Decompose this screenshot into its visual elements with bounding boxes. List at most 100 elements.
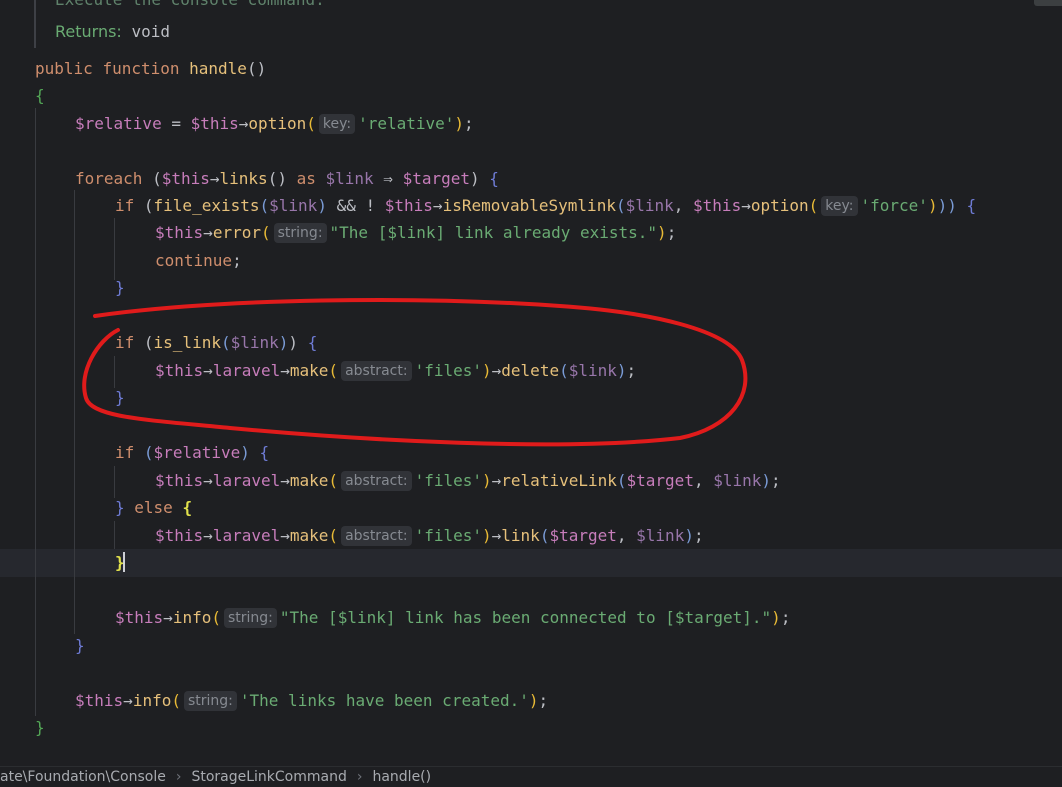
- method: info: [132, 691, 172, 710]
- method: delete: [501, 361, 560, 380]
- variable: $this: [155, 361, 204, 380]
- variable: $this: [161, 169, 210, 188]
- code-line: $this→laravel→make(abstract:'files')→lin…: [155, 526, 704, 546]
- variable: $this: [155, 526, 204, 545]
- doc-summary-line: Execute the console command.: [55, 0, 325, 13]
- breadcrumb-separator: ›: [175, 769, 182, 785]
- current-line-highlight: [0, 549, 1062, 577]
- variable: $this: [384, 196, 433, 215]
- parameter-hint: key:: [821, 196, 858, 216]
- doc-comment-bar: [34, 0, 36, 48]
- indent-guide: [74, 190, 75, 634]
- variable: $link: [269, 196, 318, 215]
- function-name: handle: [189, 59, 247, 78]
- code-line: }: [115, 278, 125, 297]
- doc-returns-type: void: [131, 22, 170, 41]
- string-literal: "The [$link] link has been connected to …: [279, 608, 772, 627]
- method: info: [172, 608, 212, 627]
- doc-summary-text: Execute the console command.: [55, 0, 325, 9]
- keyword: foreach: [75, 169, 143, 188]
- parameter-hint: abstract:: [341, 361, 412, 381]
- doc-returns-label: Returns:: [55, 22, 122, 41]
- variable: $target: [549, 526, 617, 545]
- keyword: if: [115, 443, 135, 462]
- code-line: {: [35, 86, 45, 105]
- string-literal: 'files': [414, 526, 482, 545]
- code-line: $this→error(string: "The [$link] link alr…: [155, 223, 677, 243]
- method: option: [248, 114, 307, 133]
- keyword: as: [296, 169, 316, 188]
- keyword: public: [35, 59, 93, 78]
- breadcrumb-item-namespace[interactable]: ate\Foundation\Console: [0, 767, 166, 787]
- string-literal: 'relative': [358, 114, 455, 133]
- doc-returns-line: Returns: void: [55, 18, 170, 45]
- variable: $link: [568, 361, 617, 380]
- string-literal: 'force': [860, 196, 928, 215]
- parameter-hint: abstract:: [341, 526, 412, 546]
- code-line: foreach ($this→links() as $link ⇒ $targe…: [75, 169, 499, 188]
- variable: $this: [155, 471, 204, 490]
- method: make: [289, 526, 329, 545]
- variable: $this: [693, 196, 742, 215]
- method: link: [501, 526, 540, 545]
- keyword: continue: [155, 251, 233, 270]
- method: make: [289, 361, 329, 380]
- property: laravel: [212, 361, 281, 380]
- code-line: continue;: [155, 251, 242, 270]
- code-line: }: [115, 388, 125, 407]
- breadcrumb: ate\Foundation\Console › StorageLinkComman…: [0, 766, 1062, 787]
- code-line: $relative = $this→option(key:'relative')…: [75, 114, 474, 134]
- code-line: $this→laravel→make(abstract:'files')→del…: [155, 361, 637, 381]
- method: make: [289, 471, 329, 490]
- scrollbar-thumb[interactable]: [1034, 0, 1062, 6]
- variable: $this: [115, 608, 164, 627]
- indent-guide: [114, 218, 115, 280]
- variable: $link: [713, 471, 762, 490]
- code-line: if (file_exists($link) && ! $this→isRemo…: [115, 196, 977, 216]
- variable: $this: [75, 691, 124, 710]
- parameter-hint: string:: [223, 608, 277, 628]
- breadcrumb-item-method[interactable]: handle(): [372, 767, 431, 787]
- keyword: if: [115, 333, 135, 352]
- indent-guide: [114, 521, 115, 549]
- parameter-hint: key:: [318, 114, 356, 134]
- indent-guide: [35, 108, 36, 716]
- parameter-hint: abstract:: [341, 471, 412, 491]
- code-line: if ($relative) {: [115, 443, 270, 462]
- method: relativeLink: [501, 471, 617, 490]
- keyword: if: [115, 196, 135, 215]
- keyword: else: [134, 498, 173, 517]
- code-line: $this→laravel→make(abstract:'files')→rel…: [155, 471, 781, 491]
- variable: $relative: [75, 114, 162, 133]
- code-line: } else {: [115, 498, 193, 517]
- string-literal: "The [$link] link already exists.": [329, 223, 658, 242]
- variable: $link: [625, 196, 674, 215]
- property: laravel: [212, 471, 281, 490]
- parameter-hint: string:: [273, 223, 327, 243]
- code-line: if (is_link($link)) {: [115, 333, 318, 352]
- parameter-hint: string:: [183, 691, 237, 711]
- code-line: $this→info(string: 'The links have been c…: [75, 691, 549, 711]
- variable: $link: [636, 526, 685, 545]
- variable: $target: [402, 169, 471, 188]
- method: option: [750, 196, 809, 215]
- text-caret: [122, 552, 125, 572]
- breadcrumb-item-class[interactable]: StorageLinkCommand: [191, 767, 346, 787]
- function-call: is_link: [153, 333, 221, 352]
- variable: $target: [626, 471, 694, 490]
- code-line: }: [75, 636, 85, 655]
- code-line: }: [35, 718, 45, 737]
- code-line: public function handle(): [35, 59, 267, 78]
- function-call: file_exists: [153, 196, 260, 215]
- method: isRemovableSymlink: [442, 196, 616, 215]
- code-editor[interactable]: Execute the console command. Returns: vo…: [0, 0, 1062, 766]
- method: error: [212, 223, 261, 242]
- variable: $this: [190, 114, 239, 133]
- variable: $this: [155, 223, 204, 242]
- variable: $link: [230, 333, 279, 352]
- variable: $link: [325, 169, 374, 188]
- breadcrumb-separator: ›: [356, 769, 363, 785]
- string-literal: 'The links have been created.': [239, 691, 529, 710]
- code-line-current[interactable]: }: [115, 549, 125, 576]
- code-line: $this→info(string: "The [$link] link has …: [115, 608, 791, 628]
